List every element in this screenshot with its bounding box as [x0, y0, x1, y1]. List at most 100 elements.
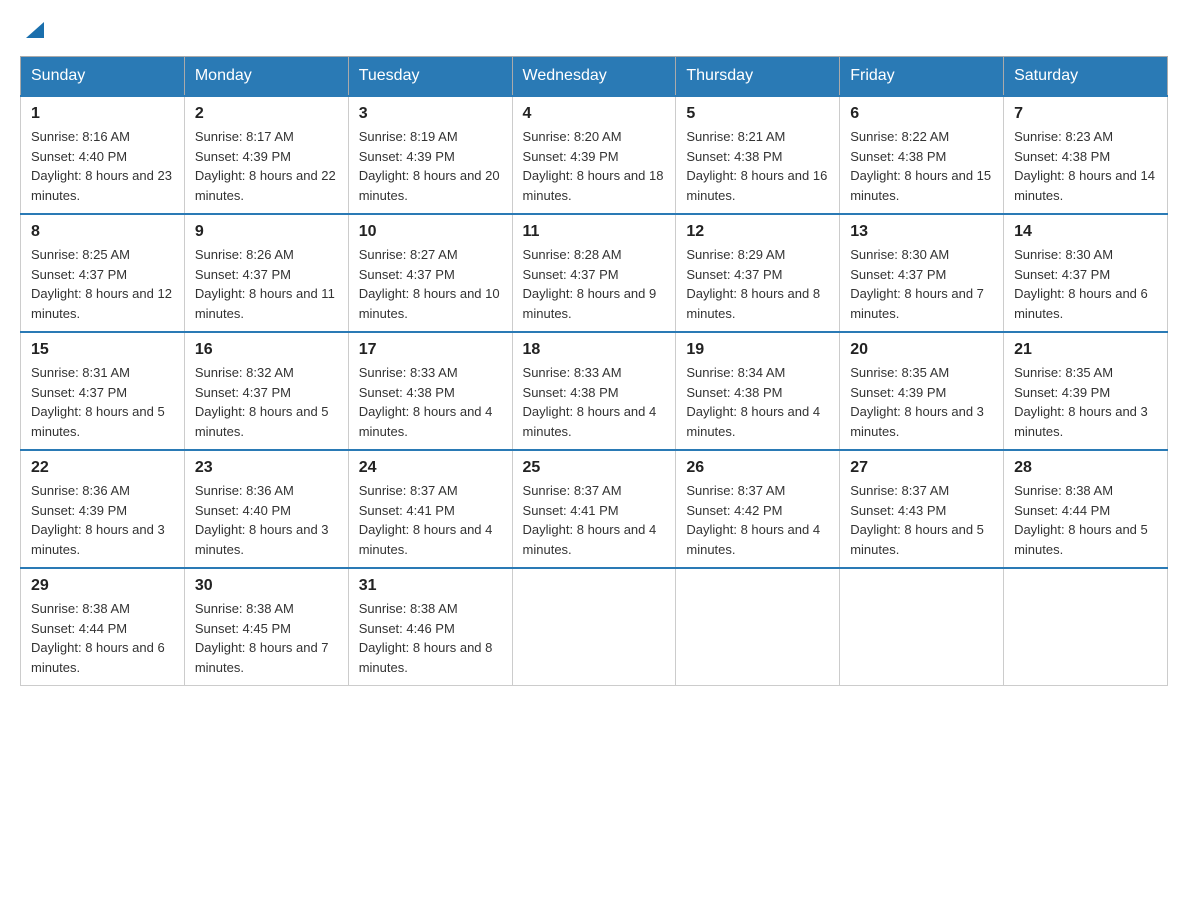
- calendar-cell: [1004, 568, 1168, 686]
- day-info: Sunrise: 8:36 AMSunset: 4:40 PMDaylight:…: [195, 481, 338, 559]
- day-info: Sunrise: 8:32 AMSunset: 4:37 PMDaylight:…: [195, 363, 338, 441]
- calendar-cell: 20 Sunrise: 8:35 AMSunset: 4:39 PMDaylig…: [840, 332, 1004, 450]
- day-number: 28: [1014, 459, 1157, 477]
- calendar-cell: 6 Sunrise: 8:22 AMSunset: 4:38 PMDayligh…: [840, 96, 1004, 214]
- day-number: 2: [195, 105, 338, 123]
- calendar-cell: 12 Sunrise: 8:29 AMSunset: 4:37 PMDaylig…: [676, 214, 840, 332]
- calendar-cell: 31 Sunrise: 8:38 AMSunset: 4:46 PMDaylig…: [348, 568, 512, 686]
- logo: [20, 20, 46, 40]
- day-of-week-header: Sunday: [21, 57, 185, 97]
- day-number: 17: [359, 341, 502, 359]
- calendar-cell: 8 Sunrise: 8:25 AMSunset: 4:37 PMDayligh…: [21, 214, 185, 332]
- calendar-cell: 4 Sunrise: 8:20 AMSunset: 4:39 PMDayligh…: [512, 96, 676, 214]
- calendar-cell: 7 Sunrise: 8:23 AMSunset: 4:38 PMDayligh…: [1004, 96, 1168, 214]
- calendar-cell: 21 Sunrise: 8:35 AMSunset: 4:39 PMDaylig…: [1004, 332, 1168, 450]
- calendar-week-row: 29 Sunrise: 8:38 AMSunset: 4:44 PMDaylig…: [21, 568, 1168, 686]
- day-number: 6: [850, 105, 993, 123]
- calendar-cell: 26 Sunrise: 8:37 AMSunset: 4:42 PMDaylig…: [676, 450, 840, 568]
- day-number: 16: [195, 341, 338, 359]
- calendar-cell: 9 Sunrise: 8:26 AMSunset: 4:37 PMDayligh…: [184, 214, 348, 332]
- day-number: 8: [31, 223, 174, 241]
- day-number: 29: [31, 577, 174, 595]
- day-info: Sunrise: 8:35 AMSunset: 4:39 PMDaylight:…: [1014, 363, 1157, 441]
- calendar-week-row: 22 Sunrise: 8:36 AMSunset: 4:39 PMDaylig…: [21, 450, 1168, 568]
- day-info: Sunrise: 8:27 AMSunset: 4:37 PMDaylight:…: [359, 245, 502, 323]
- day-number: 20: [850, 341, 993, 359]
- day-number: 31: [359, 577, 502, 595]
- calendar-week-row: 8 Sunrise: 8:25 AMSunset: 4:37 PMDayligh…: [21, 214, 1168, 332]
- day-info: Sunrise: 8:21 AMSunset: 4:38 PMDaylight:…: [686, 127, 829, 205]
- calendar-cell: 18 Sunrise: 8:33 AMSunset: 4:38 PMDaylig…: [512, 332, 676, 450]
- day-number: 27: [850, 459, 993, 477]
- day-info: Sunrise: 8:20 AMSunset: 4:39 PMDaylight:…: [523, 127, 666, 205]
- day-number: 3: [359, 105, 502, 123]
- calendar-cell: 29 Sunrise: 8:38 AMSunset: 4:44 PMDaylig…: [21, 568, 185, 686]
- day-info: Sunrise: 8:34 AMSunset: 4:38 PMDaylight:…: [686, 363, 829, 441]
- calendar-cell: 23 Sunrise: 8:36 AMSunset: 4:40 PMDaylig…: [184, 450, 348, 568]
- calendar-cell: 10 Sunrise: 8:27 AMSunset: 4:37 PMDaylig…: [348, 214, 512, 332]
- day-number: 24: [359, 459, 502, 477]
- day-info: Sunrise: 8:38 AMSunset: 4:46 PMDaylight:…: [359, 599, 502, 677]
- calendar-header-row: SundayMondayTuesdayWednesdayThursdayFrid…: [21, 57, 1168, 97]
- day-number: 9: [195, 223, 338, 241]
- calendar-cell: [840, 568, 1004, 686]
- day-number: 22: [31, 459, 174, 477]
- calendar-cell: 28 Sunrise: 8:38 AMSunset: 4:44 PMDaylig…: [1004, 450, 1168, 568]
- day-number: 19: [686, 341, 829, 359]
- day-info: Sunrise: 8:19 AMSunset: 4:39 PMDaylight:…: [359, 127, 502, 205]
- day-info: Sunrise: 8:16 AMSunset: 4:40 PMDaylight:…: [31, 127, 174, 205]
- day-of-week-header: Thursday: [676, 57, 840, 97]
- day-info: Sunrise: 8:37 AMSunset: 4:41 PMDaylight:…: [523, 481, 666, 559]
- calendar-cell: 17 Sunrise: 8:33 AMSunset: 4:38 PMDaylig…: [348, 332, 512, 450]
- logo-triangle-icon: [24, 18, 46, 40]
- day-info: Sunrise: 8:25 AMSunset: 4:37 PMDaylight:…: [31, 245, 174, 323]
- day-info: Sunrise: 8:17 AMSunset: 4:39 PMDaylight:…: [195, 127, 338, 205]
- day-info: Sunrise: 8:33 AMSunset: 4:38 PMDaylight:…: [359, 363, 502, 441]
- calendar-cell: 30 Sunrise: 8:38 AMSunset: 4:45 PMDaylig…: [184, 568, 348, 686]
- day-info: Sunrise: 8:38 AMSunset: 4:44 PMDaylight:…: [31, 599, 174, 677]
- day-info: Sunrise: 8:22 AMSunset: 4:38 PMDaylight:…: [850, 127, 993, 205]
- day-number: 18: [523, 341, 666, 359]
- day-info: Sunrise: 8:29 AMSunset: 4:37 PMDaylight:…: [686, 245, 829, 323]
- calendar-cell: 14 Sunrise: 8:30 AMSunset: 4:37 PMDaylig…: [1004, 214, 1168, 332]
- calendar-cell: 27 Sunrise: 8:37 AMSunset: 4:43 PMDaylig…: [840, 450, 1004, 568]
- calendar-cell: 5 Sunrise: 8:21 AMSunset: 4:38 PMDayligh…: [676, 96, 840, 214]
- calendar-cell: 1 Sunrise: 8:16 AMSunset: 4:40 PMDayligh…: [21, 96, 185, 214]
- day-info: Sunrise: 8:28 AMSunset: 4:37 PMDaylight:…: [523, 245, 666, 323]
- day-number: 25: [523, 459, 666, 477]
- calendar-table: SundayMondayTuesdayWednesdayThursdayFrid…: [20, 56, 1168, 686]
- page-header: [20, 20, 1168, 40]
- calendar-cell: 16 Sunrise: 8:32 AMSunset: 4:37 PMDaylig…: [184, 332, 348, 450]
- day-info: Sunrise: 8:36 AMSunset: 4:39 PMDaylight:…: [31, 481, 174, 559]
- day-of-week-header: Wednesday: [512, 57, 676, 97]
- day-of-week-header: Tuesday: [348, 57, 512, 97]
- calendar-cell: 22 Sunrise: 8:36 AMSunset: 4:39 PMDaylig…: [21, 450, 185, 568]
- day-info: Sunrise: 8:26 AMSunset: 4:37 PMDaylight:…: [195, 245, 338, 323]
- day-of-week-header: Friday: [840, 57, 1004, 97]
- calendar-week-row: 1 Sunrise: 8:16 AMSunset: 4:40 PMDayligh…: [21, 96, 1168, 214]
- day-number: 11: [523, 223, 666, 241]
- calendar-week-row: 15 Sunrise: 8:31 AMSunset: 4:37 PMDaylig…: [21, 332, 1168, 450]
- calendar-cell: 19 Sunrise: 8:34 AMSunset: 4:38 PMDaylig…: [676, 332, 840, 450]
- day-info: Sunrise: 8:38 AMSunset: 4:45 PMDaylight:…: [195, 599, 338, 677]
- calendar-cell: 24 Sunrise: 8:37 AMSunset: 4:41 PMDaylig…: [348, 450, 512, 568]
- day-number: 23: [195, 459, 338, 477]
- day-number: 4: [523, 105, 666, 123]
- day-info: Sunrise: 8:37 AMSunset: 4:42 PMDaylight:…: [686, 481, 829, 559]
- day-info: Sunrise: 8:38 AMSunset: 4:44 PMDaylight:…: [1014, 481, 1157, 559]
- calendar-cell: 3 Sunrise: 8:19 AMSunset: 4:39 PMDayligh…: [348, 96, 512, 214]
- day-info: Sunrise: 8:30 AMSunset: 4:37 PMDaylight:…: [1014, 245, 1157, 323]
- day-info: Sunrise: 8:33 AMSunset: 4:38 PMDaylight:…: [523, 363, 666, 441]
- day-info: Sunrise: 8:37 AMSunset: 4:43 PMDaylight:…: [850, 481, 993, 559]
- day-info: Sunrise: 8:30 AMSunset: 4:37 PMDaylight:…: [850, 245, 993, 323]
- day-info: Sunrise: 8:35 AMSunset: 4:39 PMDaylight:…: [850, 363, 993, 441]
- day-number: 21: [1014, 341, 1157, 359]
- calendar-cell: [512, 568, 676, 686]
- calendar-cell: 11 Sunrise: 8:28 AMSunset: 4:37 PMDaylig…: [512, 214, 676, 332]
- day-info: Sunrise: 8:31 AMSunset: 4:37 PMDaylight:…: [31, 363, 174, 441]
- day-number: 10: [359, 223, 502, 241]
- day-number: 14: [1014, 223, 1157, 241]
- day-number: 26: [686, 459, 829, 477]
- day-number: 7: [1014, 105, 1157, 123]
- calendar-cell: 25 Sunrise: 8:37 AMSunset: 4:41 PMDaylig…: [512, 450, 676, 568]
